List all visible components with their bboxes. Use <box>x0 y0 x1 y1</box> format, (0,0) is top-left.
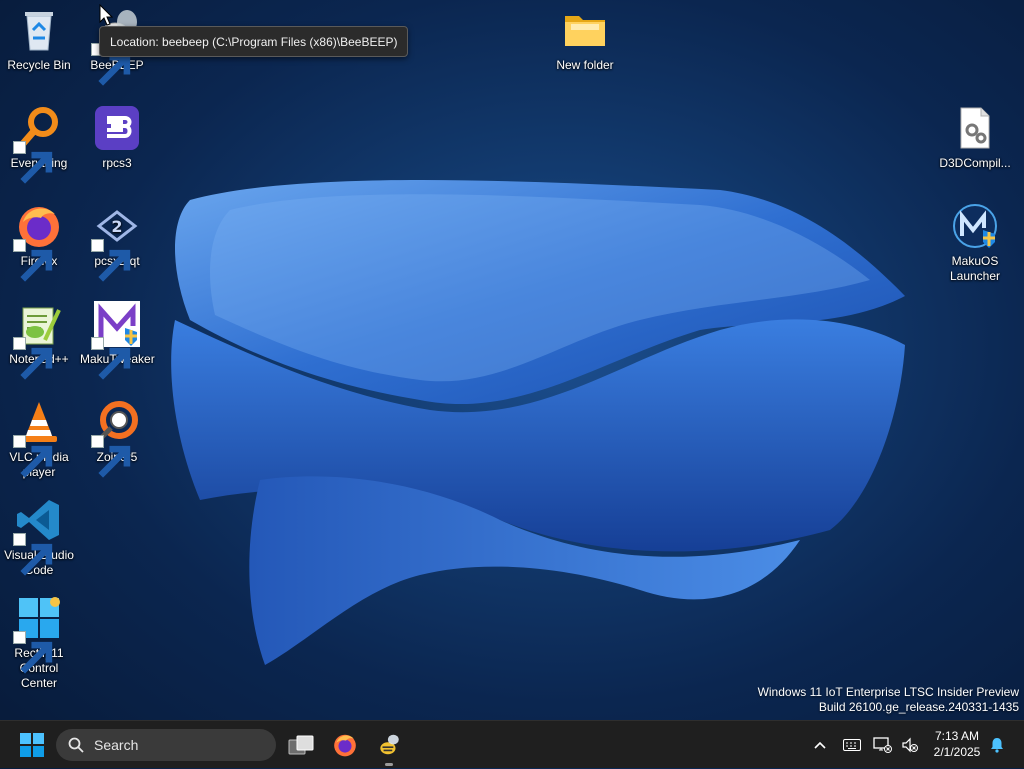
desktop-icon-label: Recycle Bin <box>7 58 71 72</box>
firefox-icon <box>334 734 356 757</box>
clock-time: 7:13 AM <box>934 729 980 743</box>
desktop-icon-notepad-plus-plus[interactable]: Notepad++ <box>0 294 78 380</box>
pcsx2-icon: 2 <box>91 202 141 282</box>
search-icon <box>68 737 84 753</box>
shortcut-arrow-icon <box>13 435 53 478</box>
task-view-icon <box>288 735 314 755</box>
taskbar-beebeep-button[interactable] <box>369 725 409 765</box>
shortcut-arrow-icon <box>91 239 131 282</box>
taskbar-clock[interactable]: 7:13 AM 2/1/2025 <box>924 728 990 760</box>
chevron-up-icon <box>814 741 826 749</box>
task-view-button[interactable] <box>281 725 321 765</box>
running-indicator <box>385 763 393 766</box>
clock-date: 2/1/2025 <box>933 745 981 759</box>
desktop-icon-pcsx2[interactable]: 2 pcsx2-qt <box>78 196 156 282</box>
firefox-icon <box>13 202 63 282</box>
watermark-build: Build 26100.ge_release.240331-1435 <box>818 700 1019 714</box>
shortcut-arrow-icon <box>91 337 131 380</box>
notifications-button[interactable] <box>986 721 1008 769</box>
vlc-icon <box>13 398 63 478</box>
shortcut-arrow-icon <box>13 337 53 380</box>
windows-start-icon <box>20 733 44 757</box>
location-tooltip: Location: beebeep (C:\Program Files (x86… <box>99 26 409 57</box>
watermark-edition: Windows 11 IoT Enterprise LTSC Insider P… <box>757 685 1019 699</box>
makutweaker-icon <box>91 300 141 380</box>
taskbar: Search 7:13 AM 2/1/2025 <box>0 720 1024 768</box>
desktop-icon-recycle-bin[interactable]: Recycle Bin <box>0 0 78 73</box>
desktop-icon-label: rpcs3 <box>102 156 132 170</box>
touch-keyboard-button[interactable] <box>838 721 866 769</box>
os-build-watermark: Windows 11 IoT Enterprise LTSC Insider P… <box>758 685 1019 715</box>
everything-search-icon <box>13 104 63 184</box>
mouse-cursor-icon <box>99 4 113 26</box>
makuos-launcher-icon <box>951 202 999 250</box>
zoiper-icon <box>91 398 141 478</box>
settings-file-icon <box>951 104 999 152</box>
volume-button[interactable] <box>898 721 922 769</box>
desktop-icon-makutweaker[interactable]: MakuTweaker <box>78 294 156 380</box>
desktop-icon-zoiper[interactable]: Zoiper5 <box>78 392 156 478</box>
desktop-icon-vlc[interactable]: VLC media player <box>0 392 78 480</box>
beebeep-icon <box>380 734 399 755</box>
notification-bell-icon <box>991 738 1003 753</box>
desktop-icon-label: MakuOS Launcher <box>949 254 1001 283</box>
desktop-icon-rpcs3[interactable]: rpcs3 <box>78 98 156 171</box>
desktop[interactable]: Recycle Bin Everything Firefox Notepad++… <box>0 0 1024 720</box>
search-label: Search <box>94 737 139 753</box>
shortcut-arrow-icon <box>13 631 53 674</box>
folder-icon <box>561 6 609 54</box>
network-disconnected-icon <box>873 737 892 753</box>
notepad-plus-plus-icon <box>13 300 63 380</box>
desktop-icon-rectify11[interactable]: Rectify11 Control Center <box>0 588 78 691</box>
desktop-icon-d3dcompiler[interactable]: D3DCompil... <box>936 98 1014 171</box>
vscode-icon <box>13 496 63 576</box>
network-status-button[interactable] <box>870 721 896 769</box>
svg-text:2: 2 <box>111 217 122 236</box>
desktop-icon-firefox[interactable]: Firefox <box>0 196 78 282</box>
desktop-icon-label: D3DCompil... <box>939 156 1011 170</box>
desktop-icon-everything[interactable]: Everything <box>0 98 78 184</box>
shortcut-arrow-icon <box>13 141 53 184</box>
show-hidden-icons-button[interactable] <box>806 721 834 769</box>
shortcut-arrow-icon <box>13 533 53 576</box>
start-button[interactable] <box>12 725 52 765</box>
taskbar-search-box[interactable]: Search <box>56 729 276 761</box>
shortcut-arrow-icon <box>13 239 53 282</box>
desktop-icon-makuos-launcher[interactable]: MakuOS Launcher <box>936 196 1014 284</box>
recycle-bin-icon <box>15 6 63 54</box>
rpcs3-icon <box>93 104 141 152</box>
rectify11-icon <box>13 594 63 674</box>
taskbar-firefox-button[interactable] <box>325 725 365 765</box>
desktop-icon-label: New folder <box>556 58 614 72</box>
desktop-icon-vscode[interactable]: Visual Studio Code <box>0 490 78 578</box>
keyboard-icon <box>843 739 861 751</box>
shortcut-arrow-icon <box>91 435 131 478</box>
volume-muted-icon <box>902 737 918 753</box>
desktop-icon-new-folder[interactable]: New folder <box>546 0 624 73</box>
